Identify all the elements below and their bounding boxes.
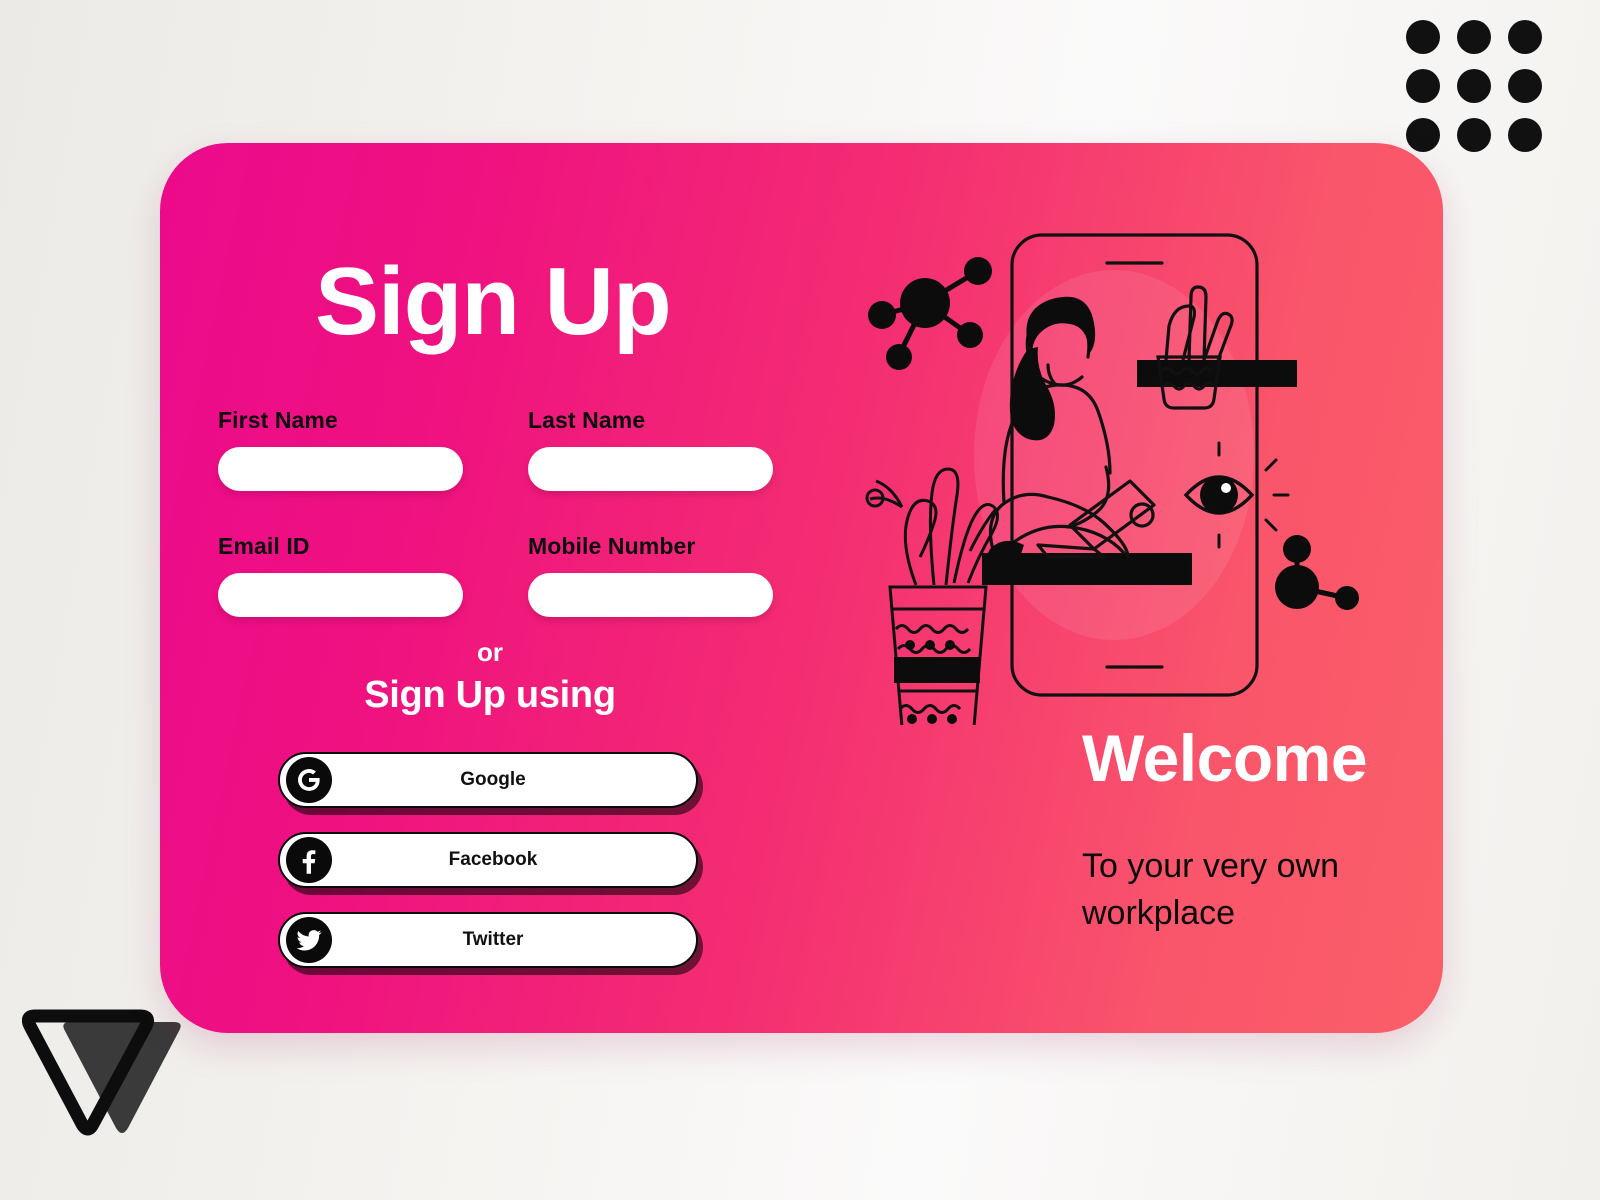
triangle-logo [22, 1000, 182, 1155]
google-icon [286, 757, 332, 803]
grid-dot [1507, 19, 1542, 54]
mobile-number-label: Mobile Number [528, 533, 696, 559]
page-title: Sign Up [315, 248, 672, 355]
field-first-name: First Name [218, 407, 463, 491]
welcome-subheading: To your very own workplace [1082, 847, 1339, 932]
first-name-input[interactable] [218, 447, 463, 491]
or-divider-label: or [477, 637, 503, 667]
dot-grid [1398, 12, 1550, 160]
welcome-heading: Welcome [1082, 721, 1368, 795]
field-email: Email ID [218, 533, 463, 617]
twitter-icon [286, 917, 332, 963]
facebook-icon [286, 837, 332, 883]
grid-dot [1456, 118, 1491, 153]
field-last-name: Last Name [528, 407, 773, 491]
email-input[interactable] [218, 573, 463, 617]
google-signup-button[interactable]: Google [278, 752, 698, 808]
google-signup-label: Google [460, 769, 526, 790]
social-signup-heading: Sign Up using [364, 674, 616, 716]
mobile-number-input[interactable] [528, 573, 773, 617]
email-label: Email ID [218, 533, 310, 559]
hero-pane: Welcome To your very own workplace [820, 143, 1443, 1033]
social-buttons-list: Google Facebook Twitter [278, 752, 698, 992]
twitter-signup-button[interactable]: Twitter [278, 912, 698, 968]
grid-dot [1406, 68, 1441, 103]
facebook-signup-label: Facebook [448, 849, 538, 870]
field-mobile-number: Mobile Number [528, 533, 773, 617]
grid-dot [1406, 19, 1441, 54]
twitter-signup-label: Twitter [462, 929, 524, 950]
last-name-input[interactable] [528, 447, 773, 491]
last-name-label: Last Name [528, 407, 646, 433]
grid-dot [1456, 68, 1491, 103]
facebook-signup-button[interactable]: Facebook [278, 832, 698, 888]
grid-dot [1456, 19, 1491, 54]
grid-dot [1507, 68, 1542, 103]
grid-dot [1507, 118, 1542, 153]
page-root: Sign Up First Name Last Name Email ID Mo… [0, 0, 1600, 1200]
first-name-label: First Name [218, 407, 338, 433]
signup-form-pane: Sign Up First Name Last Name Email ID Mo… [160, 143, 820, 1033]
woman-working-on-laptop-illustration [842, 205, 1372, 725]
signup-card: Sign Up First Name Last Name Email ID Mo… [160, 143, 1443, 1033]
